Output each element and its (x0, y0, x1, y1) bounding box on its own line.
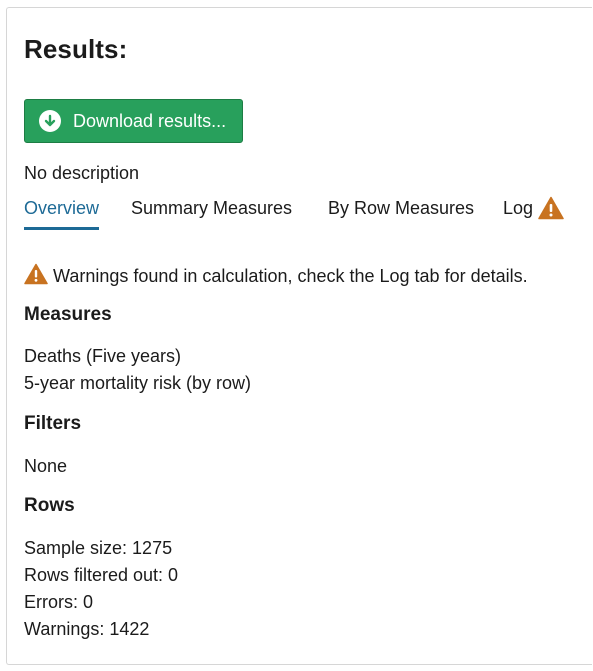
calculation-warning-text: Warnings found in calculation, check the… (53, 266, 528, 286)
filters-heading: Filters (24, 413, 82, 434)
measure-item: Deaths (Five years) (24, 346, 182, 366)
tab-overview-label: Overview (24, 198, 100, 218)
results-tabs: Overview Summary Measures By Row Measure… (24, 196, 584, 230)
tab-by-row-measures[interactable]: By Row Measures (328, 198, 474, 230)
filters-value: None (24, 456, 68, 476)
tab-summary-measures[interactable]: Summary Measures (131, 198, 292, 230)
results-panel: Results: Download results... No descript… (6, 7, 592, 665)
warning-icon (538, 196, 564, 225)
results-title: Results: (24, 34, 128, 64)
tab-overview[interactable]: Overview (24, 198, 100, 230)
measures-heading: Measures (24, 304, 112, 325)
download-results-button[interactable]: Download results... (24, 99, 243, 143)
rows-heading: Rows (24, 495, 75, 516)
download-icon (39, 110, 61, 132)
tab-summary-measures-label: Summary Measures (131, 198, 293, 218)
download-button-label: Download results... (73, 110, 227, 131)
tab-by-row-measures-label: By Row Measures (328, 198, 475, 218)
results-description: No description (24, 163, 140, 183)
measure-item: 5-year mortality risk (by row) (24, 373, 252, 393)
errors-count: Errors: 0 (24, 592, 94, 612)
rows-filtered-out: Rows filtered out: 0 (24, 565, 179, 585)
tab-log[interactable]: Log (503, 196, 564, 230)
sample-size: Sample size: 1275 (24, 538, 173, 558)
tab-log-label: Log (503, 198, 534, 218)
calculation-warning: Warnings found in calculation, check the… (24, 263, 528, 290)
warnings-count: Warnings: 1422 (24, 619, 150, 639)
warning-icon (24, 263, 48, 290)
